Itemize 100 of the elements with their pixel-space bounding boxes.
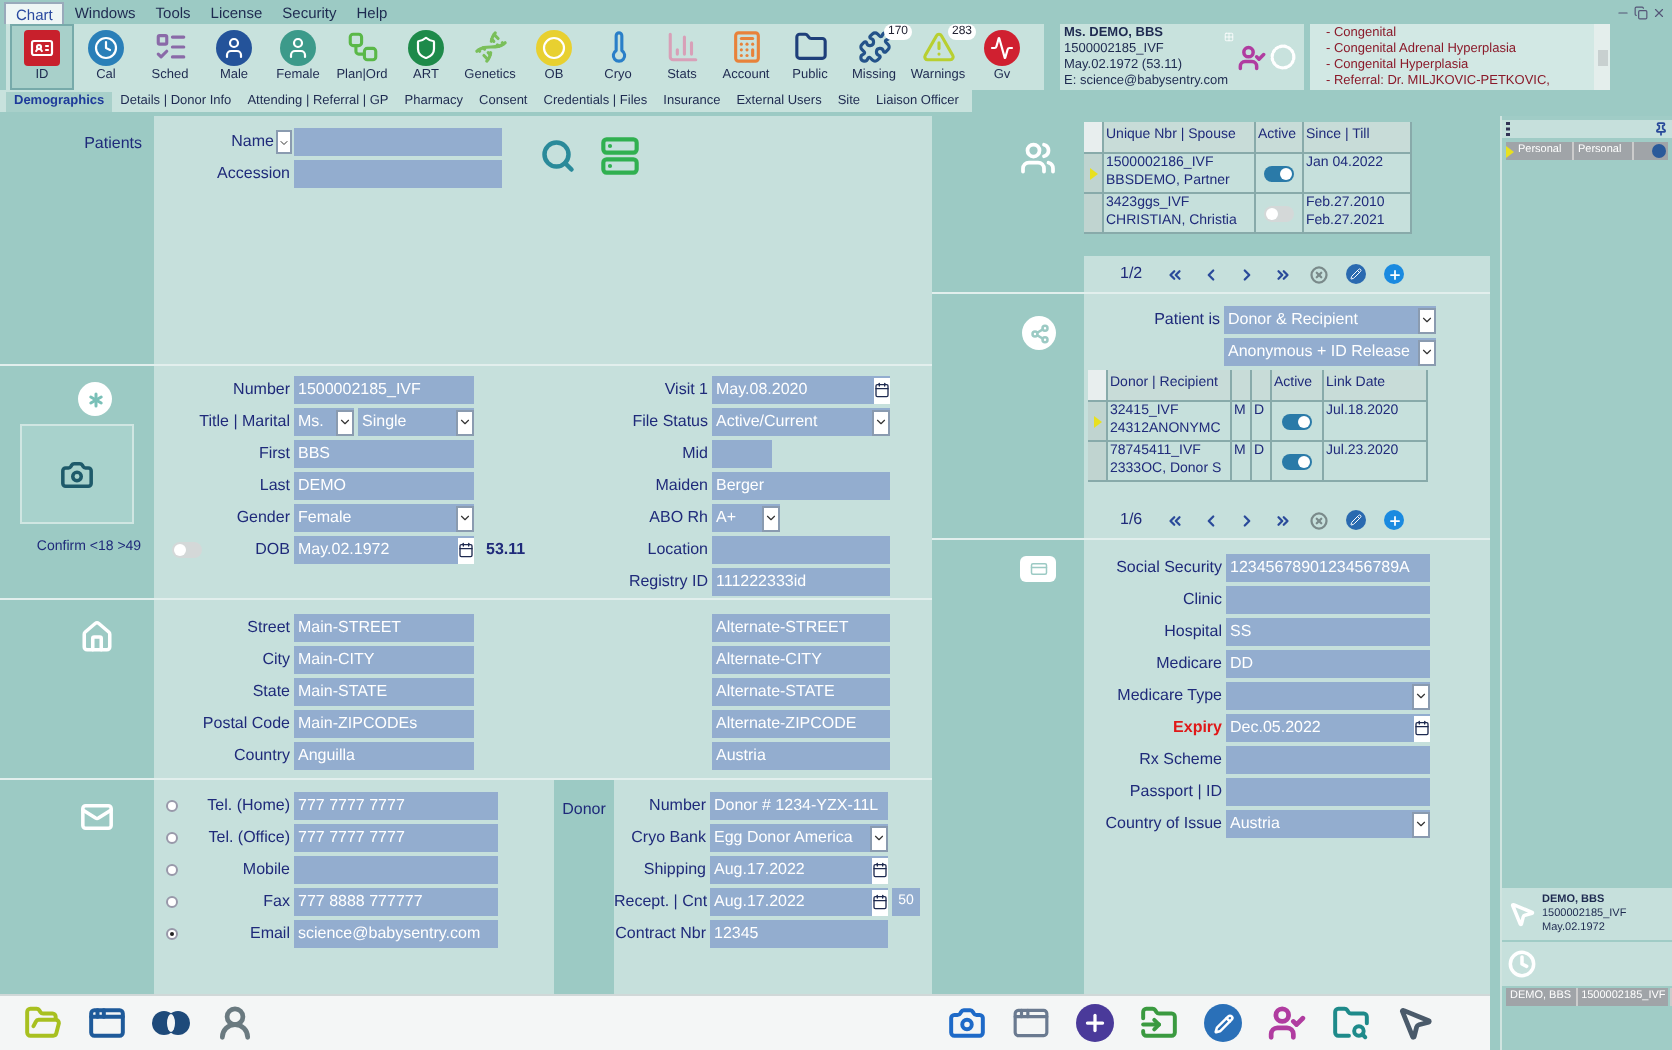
input-field[interactable]: 777 8888 777777 bbox=[294, 888, 498, 916]
date-field[interactable]: Aug.17.2022 bbox=[710, 888, 888, 916]
previous-page-icon[interactable] bbox=[1202, 511, 1220, 529]
id-card-icon bbox=[24, 29, 60, 66]
dropdown[interactable]: Donor & Recipient bbox=[1224, 306, 1436, 334]
first-page-icon[interactable] bbox=[1166, 511, 1184, 529]
window-icon[interactable] bbox=[88, 1004, 126, 1042]
person-icon[interactable] bbox=[216, 1004, 254, 1042]
dropdown[interactable]: Egg Donor America bbox=[710, 824, 888, 852]
input-field[interactable]: 111222333id bbox=[712, 568, 890, 596]
restore-icon[interactable] bbox=[1634, 5, 1648, 19]
field-label: Social Security bbox=[1116, 556, 1222, 580]
input-field[interactable]: Austria bbox=[712, 742, 890, 770]
folder-icon[interactable] bbox=[24, 1004, 62, 1042]
dropdown[interactable] bbox=[1226, 682, 1430, 710]
input-field[interactable]: Main-STATE bbox=[294, 678, 474, 706]
last-page-icon[interactable] bbox=[1274, 511, 1292, 529]
date-field[interactable]: May.02.1972 bbox=[294, 536, 474, 564]
radio-button[interactable] bbox=[166, 896, 178, 908]
photo-placeholder[interactable] bbox=[20, 424, 134, 524]
field-label: Country of Issue bbox=[1105, 812, 1222, 836]
field-label: Medicare Type bbox=[1117, 684, 1222, 708]
folder-search-icon[interactable] bbox=[1332, 1004, 1370, 1042]
date-field[interactable]: Aug.17.2022 bbox=[710, 856, 888, 884]
input-field[interactable]: 1234567890123456789A bbox=[1226, 554, 1430, 582]
input-field[interactable]: Main-ZIPCODEs bbox=[294, 710, 474, 738]
delete-icon[interactable] bbox=[1310, 511, 1328, 529]
window-icon[interactable] bbox=[1012, 1004, 1050, 1042]
radio-button[interactable] bbox=[166, 800, 178, 812]
scrollbar[interactable] bbox=[1594, 24, 1610, 90]
input-field[interactable]: science@babysentry.com bbox=[294, 920, 498, 948]
date-field[interactable]: May.08.2020 bbox=[712, 376, 890, 404]
first-page-icon[interactable] bbox=[1166, 265, 1184, 283]
input-field[interactable]: 777 7777 7777 bbox=[294, 792, 498, 820]
camera-icon[interactable] bbox=[948, 1004, 986, 1042]
column-header[interactable] bbox=[1252, 370, 1272, 402]
server-icon[interactable] bbox=[600, 136, 640, 176]
input-field[interactable]: Berger bbox=[712, 472, 890, 500]
input-field[interactable]: Alternate-STREET bbox=[712, 614, 890, 642]
input-field[interactable]: Anguilla bbox=[294, 742, 474, 770]
last-page-icon[interactable] bbox=[1274, 265, 1292, 283]
input-field[interactable]: DD bbox=[1226, 650, 1430, 678]
input-field[interactable] bbox=[294, 128, 502, 156]
edit-icon[interactable] bbox=[1204, 1004, 1242, 1042]
input-field[interactable] bbox=[294, 160, 502, 188]
input-field[interactable] bbox=[294, 856, 498, 884]
pointer-icon[interactable] bbox=[1396, 1004, 1434, 1042]
input-field[interactable]: SS bbox=[1226, 618, 1430, 646]
input-field[interactable] bbox=[1226, 586, 1430, 614]
toggle-switch[interactable] bbox=[1264, 165, 1294, 181]
dropdown[interactable]: Ms. bbox=[294, 408, 354, 436]
input-field[interactable]: Main-CITY bbox=[294, 646, 474, 674]
radio-button[interactable] bbox=[166, 864, 178, 876]
input-field[interactable]: Donor # 1234-YZX-11L bbox=[710, 792, 888, 820]
input-field[interactable] bbox=[1226, 746, 1430, 774]
add-icon[interactable] bbox=[1076, 1004, 1114, 1042]
input-field[interactable]: Alternate-STATE bbox=[712, 678, 890, 706]
next-page-icon[interactable] bbox=[1238, 511, 1256, 529]
dropdown[interactable]: Active/Current bbox=[712, 408, 890, 436]
user-check-icon[interactable] bbox=[1238, 43, 1266, 71]
chevron-down-icon[interactable] bbox=[276, 130, 292, 154]
column-header[interactable] bbox=[1232, 370, 1252, 402]
input-field[interactable] bbox=[1226, 778, 1430, 806]
input-field[interactable] bbox=[712, 536, 890, 564]
chevron-down-icon bbox=[456, 505, 474, 531]
input-field[interactable]: 12345 bbox=[710, 920, 888, 948]
toggle-switch[interactable] bbox=[1264, 205, 1294, 221]
search-icon[interactable] bbox=[540, 138, 576, 174]
toggle-switch[interactable] bbox=[1282, 453, 1312, 469]
date-field[interactable]: Dec.05.2022 bbox=[1226, 714, 1430, 742]
toggle-switch[interactable] bbox=[172, 542, 202, 558]
row-header[interactable] bbox=[1088, 402, 1108, 442]
input-field[interactable]: 777 7777 7777 bbox=[294, 824, 498, 852]
input-field[interactable]: DEMO bbox=[294, 472, 474, 500]
dropdown[interactable]: Single bbox=[358, 408, 474, 436]
close-icon[interactable] bbox=[1652, 5, 1666, 19]
edit-icon[interactable] bbox=[1346, 264, 1366, 284]
folder-arrow-icon[interactable] bbox=[1140, 1004, 1178, 1042]
radio-button[interactable] bbox=[166, 928, 178, 940]
input-field[interactable]: Main-STREET bbox=[294, 614, 474, 642]
previous-page-icon[interactable] bbox=[1202, 265, 1220, 283]
dropdown[interactable]: A+ bbox=[712, 504, 780, 532]
dropdown[interactable]: Female bbox=[294, 504, 474, 532]
pin-icon[interactable] bbox=[1654, 122, 1668, 136]
dropdown[interactable]: Anonymous + ID Release bbox=[1224, 338, 1436, 366]
row-header[interactable] bbox=[1084, 154, 1104, 194]
field-label: Gender bbox=[236, 506, 290, 530]
input-field[interactable]: Alternate-CITY bbox=[712, 646, 890, 674]
edit-icon[interactable] bbox=[1346, 510, 1366, 530]
toggle-switch[interactable] bbox=[1282, 413, 1312, 429]
input-field[interactable] bbox=[712, 440, 772, 468]
overlapping-circles-icon[interactable] bbox=[152, 1010, 190, 1036]
dropdown[interactable]: Austria bbox=[1226, 810, 1430, 838]
radio-button[interactable] bbox=[166, 832, 178, 844]
delete-icon[interactable] bbox=[1310, 265, 1328, 283]
user-check-icon[interactable] bbox=[1268, 1004, 1306, 1042]
input-field[interactable]: Alternate-ZIPCODE bbox=[712, 710, 890, 738]
input-field[interactable]: BBS bbox=[294, 440, 474, 468]
next-page-icon[interactable] bbox=[1238, 265, 1256, 283]
input-field[interactable]: 1500002185_IVF bbox=[294, 376, 474, 404]
